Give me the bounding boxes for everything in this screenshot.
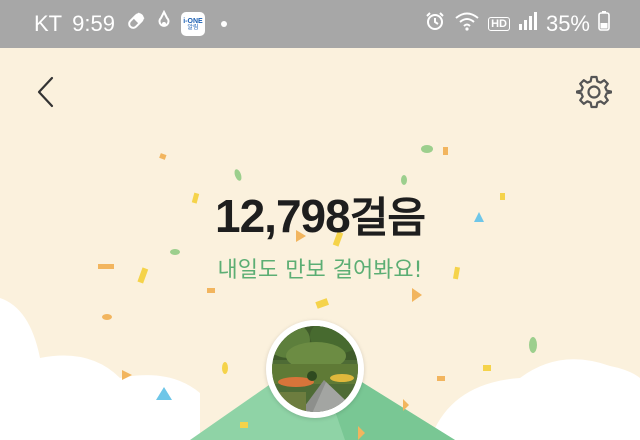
alarm-icon bbox=[424, 10, 446, 38]
park-photo-image bbox=[272, 326, 358, 412]
chevron-left-icon bbox=[34, 75, 58, 113]
ione-app-badge-icon: i-ONE 알림 bbox=[180, 12, 205, 36]
settings-button[interactable] bbox=[570, 70, 618, 118]
pill-icon bbox=[125, 10, 147, 38]
encouragement-message: 내일도 만보 걸어봐요! bbox=[217, 258, 423, 283]
carrier-label: KT bbox=[34, 11, 63, 36]
app-badge-line1: i-ONE bbox=[183, 17, 203, 25]
hd-voice-badge: HD bbox=[488, 17, 510, 31]
wifi-icon bbox=[454, 10, 480, 38]
battery-percent: 35% bbox=[545, 11, 590, 36]
status-bar: KT 9:59 i-ONE 알림 HD 35% bbox=[0, 0, 640, 48]
clock-time: 9:59 bbox=[72, 11, 115, 36]
drop-icon bbox=[157, 9, 171, 38]
signal-icon bbox=[518, 11, 538, 37]
battery-icon bbox=[598, 10, 610, 38]
app-badge-line2: 알림 bbox=[187, 24, 199, 31]
back-button[interactable] bbox=[22, 70, 70, 118]
gear-icon bbox=[575, 74, 613, 114]
step-count-unit: 걸음 bbox=[349, 193, 426, 242]
more-notifications-dot-icon bbox=[220, 21, 227, 27]
steps-result-screen: 12,798걸음 내일도 만보 걸어봐요! bbox=[0, 48, 640, 440]
step-count-headline: 12,798걸음 bbox=[0, 184, 640, 245]
walk-photo bbox=[266, 320, 364, 418]
step-count-value: 12,798 bbox=[215, 190, 351, 242]
